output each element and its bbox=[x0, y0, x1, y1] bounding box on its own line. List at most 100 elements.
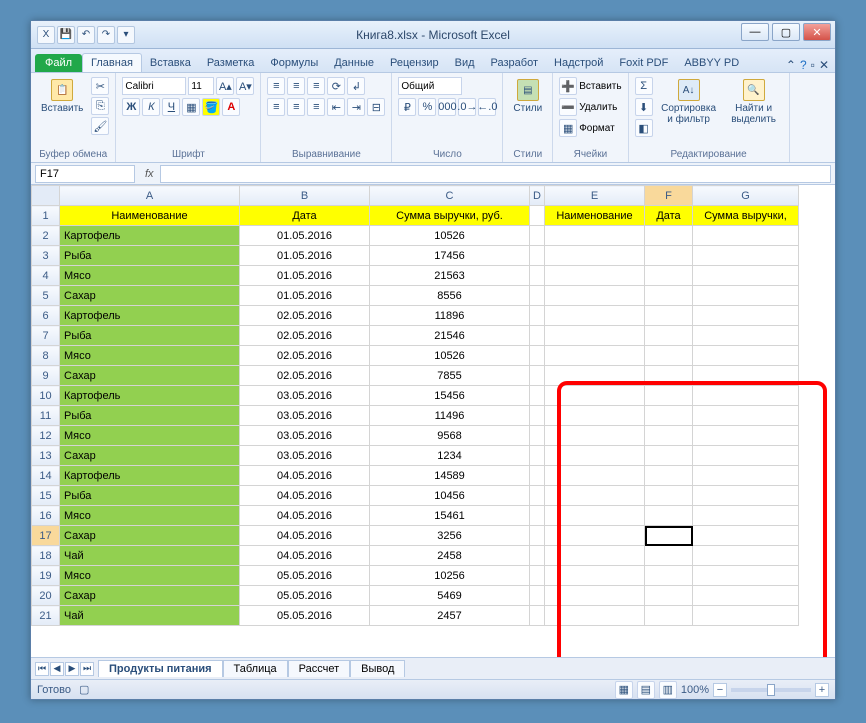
cell-E2[interactable] bbox=[545, 226, 645, 246]
cell-C11[interactable]: 11496 bbox=[370, 406, 530, 426]
cell-C1[interactable]: Сумма выручки, руб. bbox=[370, 206, 530, 226]
cell-C12[interactable]: 9568 bbox=[370, 426, 530, 446]
close-button[interactable]: ✕ bbox=[803, 23, 831, 41]
row-header-19[interactable]: 19 bbox=[32, 566, 60, 586]
col-header-C[interactable]: C bbox=[370, 186, 530, 206]
zoom-level[interactable]: 100% bbox=[681, 684, 709, 696]
italic-icon[interactable]: К bbox=[142, 98, 160, 116]
cell-D4[interactable] bbox=[530, 266, 545, 286]
inc-decimal-icon[interactable]: .0→ bbox=[458, 98, 476, 116]
help-icon[interactable]: ? bbox=[800, 58, 807, 72]
cell-A7[interactable]: Рыба bbox=[60, 326, 240, 346]
cell-E12[interactable] bbox=[545, 426, 645, 446]
view-normal-icon[interactable]: ▦ bbox=[615, 681, 633, 699]
cell-F4[interactable] bbox=[645, 266, 693, 286]
bold-icon[interactable]: Ж bbox=[122, 98, 140, 116]
cell-C9[interactable]: 7855 bbox=[370, 366, 530, 386]
cell-A5[interactable]: Сахар bbox=[60, 286, 240, 306]
cell-F14[interactable] bbox=[645, 466, 693, 486]
restore-workbook-icon[interactable]: ▫ bbox=[811, 58, 815, 72]
cell-D10[interactable] bbox=[530, 386, 545, 406]
align-left-icon[interactable]: ≡ bbox=[267, 98, 285, 116]
cell-G17[interactable] bbox=[693, 526, 799, 546]
cell-E9[interactable] bbox=[545, 366, 645, 386]
cell-A14[interactable]: Картофель bbox=[60, 466, 240, 486]
zoom-out-button[interactable]: − bbox=[713, 683, 727, 697]
cell-G16[interactable] bbox=[693, 506, 799, 526]
cell-G2[interactable] bbox=[693, 226, 799, 246]
cell-C7[interactable]: 21546 bbox=[370, 326, 530, 346]
cell-A6[interactable]: Картофель bbox=[60, 306, 240, 326]
cell-D7[interactable] bbox=[530, 326, 545, 346]
tab-layout[interactable]: Разметка bbox=[199, 54, 263, 72]
row-header-20[interactable]: 20 bbox=[32, 586, 60, 606]
cell-B18[interactable]: 04.05.2016 bbox=[240, 546, 370, 566]
cell-D14[interactable] bbox=[530, 466, 545, 486]
maximize-button[interactable]: ▢ bbox=[772, 23, 800, 41]
cell-G6[interactable] bbox=[693, 306, 799, 326]
cell-B3[interactable]: 01.05.2016 bbox=[240, 246, 370, 266]
cell-B14[interactable]: 04.05.2016 bbox=[240, 466, 370, 486]
orientation-icon[interactable]: ⟳ bbox=[327, 77, 345, 95]
cell-G3[interactable] bbox=[693, 246, 799, 266]
col-header-G[interactable]: G bbox=[693, 186, 799, 206]
cell-E13[interactable] bbox=[545, 446, 645, 466]
font-color-icon[interactable]: A bbox=[222, 98, 240, 116]
cell-D6[interactable] bbox=[530, 306, 545, 326]
cell-B10[interactable]: 03.05.2016 bbox=[240, 386, 370, 406]
view-layout-icon[interactable]: ▤ bbox=[637, 681, 655, 699]
col-header-E[interactable]: E bbox=[545, 186, 645, 206]
cell-C5[interactable]: 8556 bbox=[370, 286, 530, 306]
cell-G9[interactable] bbox=[693, 366, 799, 386]
cell-D1[interactable] bbox=[530, 206, 545, 226]
cell-A18[interactable]: Чай bbox=[60, 546, 240, 566]
formula-input[interactable] bbox=[160, 165, 831, 183]
cell-G7[interactable] bbox=[693, 326, 799, 346]
cell-D3[interactable] bbox=[530, 246, 545, 266]
row-header-14[interactable]: 14 bbox=[32, 466, 60, 486]
cell-B1[interactable]: Дата bbox=[240, 206, 370, 226]
cell-F1[interactable]: Дата bbox=[645, 206, 693, 226]
zoom-in-button[interactable]: + bbox=[815, 683, 829, 697]
cell-B7[interactable]: 02.05.2016 bbox=[240, 326, 370, 346]
cell-E19[interactable] bbox=[545, 566, 645, 586]
cell-A12[interactable]: Мясо bbox=[60, 426, 240, 446]
cell-F19[interactable] bbox=[645, 566, 693, 586]
cell-E14[interactable] bbox=[545, 466, 645, 486]
cell-G15[interactable] bbox=[693, 486, 799, 506]
cell-E8[interactable] bbox=[545, 346, 645, 366]
cell-D8[interactable] bbox=[530, 346, 545, 366]
redo-icon[interactable]: ↷ bbox=[97, 26, 115, 44]
fx-icon[interactable]: fx bbox=[139, 168, 160, 180]
row-header-13[interactable]: 13 bbox=[32, 446, 60, 466]
currency-icon[interactable]: ₽ bbox=[398, 98, 416, 116]
cell-A1[interactable]: Наименование bbox=[60, 206, 240, 226]
cell-F15[interactable] bbox=[645, 486, 693, 506]
col-header-D[interactable]: D bbox=[530, 186, 545, 206]
sheet-tab-2[interactable]: Таблица bbox=[223, 660, 288, 677]
cell-C6[interactable]: 11896 bbox=[370, 306, 530, 326]
cell-E1[interactable]: Наименование bbox=[545, 206, 645, 226]
format-painter-icon[interactable]: 🖌 bbox=[91, 117, 109, 135]
cell-E16[interactable] bbox=[545, 506, 645, 526]
cell-D13[interactable] bbox=[530, 446, 545, 466]
cell-D11[interactable] bbox=[530, 406, 545, 426]
cut-icon[interactable]: ✂ bbox=[91, 77, 109, 95]
tab-nav-first-icon[interactable]: ⏮ bbox=[35, 662, 49, 676]
cell-F9[interactable] bbox=[645, 366, 693, 386]
cell-C18[interactable]: 2458 bbox=[370, 546, 530, 566]
paste-button[interactable]: 📋 Вставить bbox=[37, 77, 87, 135]
cell-A8[interactable]: Мясо bbox=[60, 346, 240, 366]
cell-E11[interactable] bbox=[545, 406, 645, 426]
row-header-10[interactable]: 10 bbox=[32, 386, 60, 406]
font-name-input[interactable] bbox=[122, 77, 186, 95]
tab-foxit[interactable]: Foxit PDF bbox=[611, 54, 676, 72]
cell-E20[interactable] bbox=[545, 586, 645, 606]
cell-F5[interactable] bbox=[645, 286, 693, 306]
cell-A19[interactable]: Мясо bbox=[60, 566, 240, 586]
cell-C13[interactable]: 1234 bbox=[370, 446, 530, 466]
cell-F13[interactable] bbox=[645, 446, 693, 466]
cell-B5[interactable]: 01.05.2016 bbox=[240, 286, 370, 306]
insert-cells-icon[interactable]: ➕ bbox=[559, 77, 577, 95]
row-header-2[interactable]: 2 bbox=[32, 226, 60, 246]
